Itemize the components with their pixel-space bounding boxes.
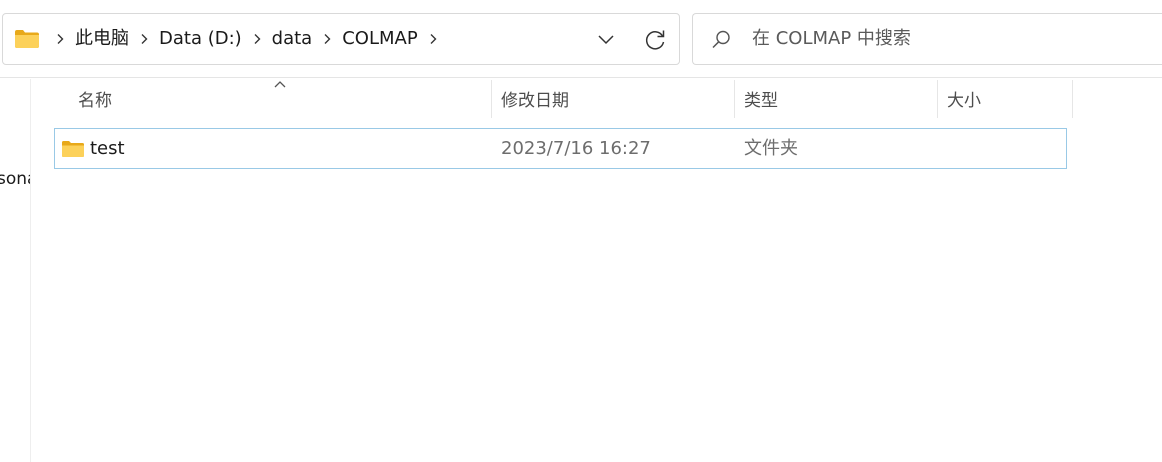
chevron-right-icon[interactable]	[246, 14, 268, 64]
navigation-pane[interactable]: sona	[0, 79, 31, 462]
search-box[interactable]: 在 COLMAP 中搜索	[692, 13, 1162, 65]
toolbar: 此电脑 Data (D:) data COLMAP 在 COLMAP 中搜索	[0, 0, 1162, 78]
column-header-date[interactable]: 修改日期	[493, 84, 733, 118]
folder-icon	[62, 141, 84, 157]
refresh-icon[interactable]	[641, 26, 669, 54]
column-divider[interactable]	[734, 80, 735, 118]
folder-icon	[15, 30, 39, 48]
table-row[interactable]: test 2023/7/16 16:27 文件夹	[54, 128, 1067, 169]
breadcrumb-data[interactable]: data	[268, 14, 317, 64]
chevron-right-icon[interactable]	[422, 14, 444, 64]
column-header-type[interactable]: 类型	[736, 84, 936, 118]
nav-item-label[interactable]: sona	[0, 169, 30, 189]
search-input[interactable]: 在 COLMAP 中搜索	[752, 14, 911, 64]
chevron-right-icon[interactable]	[133, 14, 155, 64]
file-name: test	[90, 138, 125, 159]
column-divider[interactable]	[1072, 80, 1073, 118]
file-type: 文件夹	[744, 138, 798, 159]
breadcrumb-drive-d[interactable]: Data (D:)	[155, 14, 246, 64]
column-header-size[interactable]: 大小	[939, 84, 1071, 118]
chevron-right-icon[interactable]	[49, 14, 71, 64]
column-divider[interactable]	[937, 80, 938, 118]
breadcrumb-colmap[interactable]: COLMAP	[338, 14, 421, 64]
column-header-name[interactable]: 名称	[70, 84, 490, 118]
search-icon	[712, 30, 730, 49]
chevron-right-icon[interactable]	[316, 14, 338, 64]
chevron-down-icon[interactable]	[591, 28, 621, 52]
breadcrumb-this-pc[interactable]: 此电脑	[71, 14, 133, 64]
column-divider[interactable]	[491, 80, 492, 118]
file-modified-date: 2023/7/16 16:27	[501, 138, 651, 159]
breadcrumb: 此电脑 Data (D:) data COLMAP	[49, 14, 444, 64]
address-bar[interactable]: 此电脑 Data (D:) data COLMAP	[2, 13, 680, 65]
